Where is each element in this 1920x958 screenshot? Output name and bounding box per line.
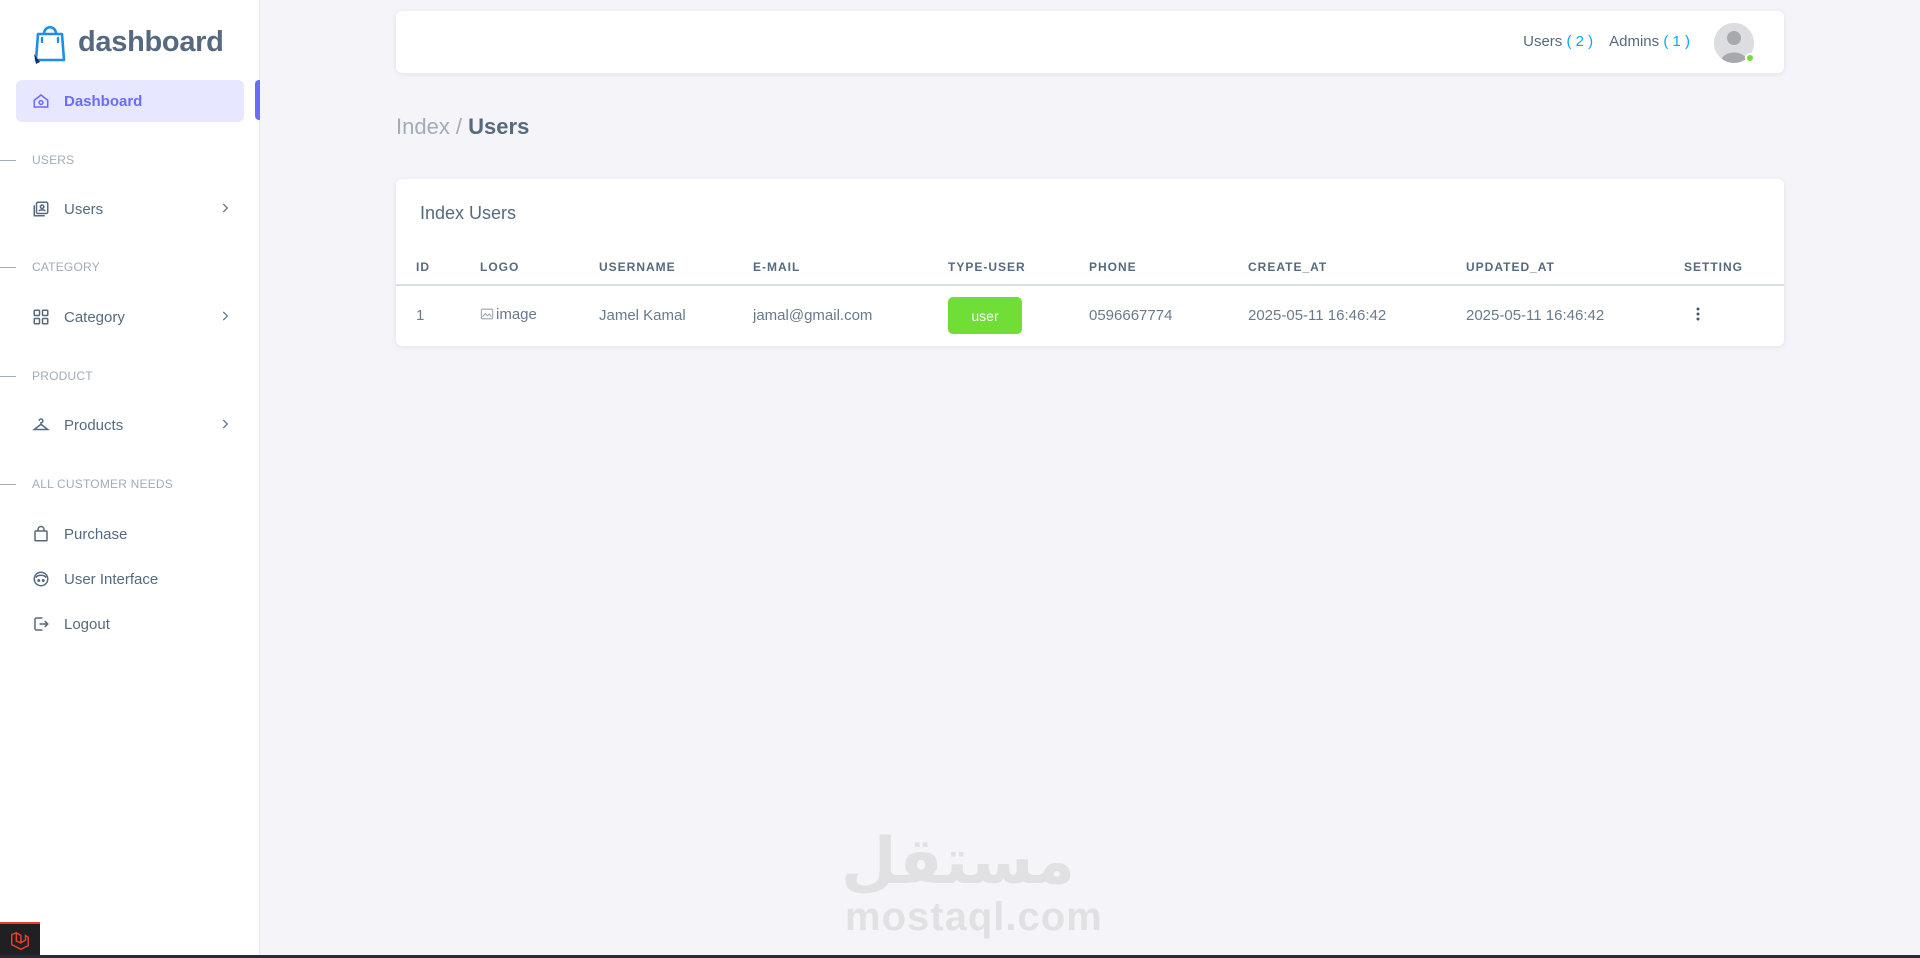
sidebar-item-products[interactable]: Products	[16, 404, 244, 446]
sidebar-item-dashboard[interactable]: Dashboard	[16, 80, 244, 122]
logout-icon	[31, 614, 51, 634]
chevron-right-icon	[222, 419, 229, 429]
col-header-logo: LOGO	[480, 249, 599, 286]
col-header-phone: PHONE	[1089, 249, 1248, 286]
watermark-arabic-text: مستقل	[840, 825, 1075, 897]
chevron-right-icon	[222, 203, 229, 213]
sidebar-item-logout[interactable]: Logout	[16, 603, 244, 645]
laravel-icon	[11, 931, 29, 951]
users-count-link[interactable]: Users ( 2 )	[1523, 33, 1593, 50]
cell-email: jamal@gmail.com	[753, 307, 873, 324]
users-table-card: Index Users ID LOGO USERNAME E-MAIL TYPE…	[396, 179, 1784, 346]
table-row: 1 image Jamel Kamal jamal@gmail.com user…	[396, 285, 1784, 345]
chevron-right-icon	[222, 311, 229, 321]
user-card-icon	[31, 199, 51, 219]
sidebar-item-label: Purchase	[64, 525, 128, 543]
card-title: Index Users	[420, 203, 517, 223]
cell-id: 1	[416, 307, 425, 324]
col-header-username: USERNAME	[599, 249, 753, 286]
brand[interactable]: dashboard	[32, 20, 224, 64]
cell-updated-at: 2025-05-11 16:46:42	[1466, 307, 1605, 324]
laravel-debug-badge[interactable]	[0, 922, 40, 958]
menu-header-users: USERS	[0, 150, 240, 170]
image-alt-text: image	[496, 305, 537, 323]
users-count-value: ( 2 )	[1566, 33, 1594, 50]
col-header-id: ID	[396, 249, 480, 286]
table-header-row: ID LOGO USERNAME E-MAIL TYPE-USER PHONE …	[396, 249, 1784, 286]
admins-count-label: Admins	[1609, 33, 1660, 50]
shopping-bag-logo-icon	[34, 25, 66, 64]
col-header-email: E-MAIL	[753, 249, 948, 286]
sidebar-item-label: User Interface	[64, 570, 159, 588]
users-table: ID LOGO USERNAME E-MAIL TYPE-USER PHONE …	[396, 249, 1784, 345]
sidebar-item-label: Dashboard	[64, 92, 143, 110]
sidebar-item-label: Category	[64, 308, 125, 326]
cell-create-at: 2025-05-11 16:46:42	[1248, 307, 1387, 324]
menu-header-all-customer-needs: ALL CUSTOMER NEEDS	[0, 474, 240, 494]
user-logo-image: image	[480, 306, 537, 323]
shopping-bag-icon	[31, 524, 51, 544]
broken-image-icon	[480, 308, 494, 320]
top-navbar: Users ( 2 ) Admins ( 1 )	[396, 11, 1784, 73]
kebab-menu-icon[interactable]	[1688, 304, 1708, 324]
grid-icon	[31, 307, 51, 327]
col-header-setting: SETTING	[1684, 249, 1784, 286]
sidebar-item-label: Logout	[64, 615, 110, 633]
sidebar-item-users[interactable]: Users	[16, 188, 244, 230]
active-menu-marker	[255, 80, 260, 120]
nav-counts: Users ( 2 ) Admins ( 1 )	[1523, 33, 1690, 50]
breadcrumb-current: Users	[468, 114, 530, 139]
cell-username: Jamel Kamal	[599, 307, 686, 324]
admins-count-link[interactable]: Admins ( 1 )	[1609, 33, 1690, 50]
menu-header-category: CATEGORY	[0, 257, 240, 277]
sidebar-item-purchase[interactable]: Purchase	[16, 513, 244, 555]
col-header-updated-at: UPDATED_AT	[1466, 249, 1684, 286]
online-status-dot	[1745, 53, 1755, 63]
admins-count-value: ( 1 )	[1663, 33, 1690, 50]
type-user-badge: user	[948, 297, 1022, 334]
sidebar: dashboard Dashboard USERS Users CATEGORY…	[0, 0, 260, 958]
mostaql-watermark: مستقل mostaql.com	[840, 825, 1103, 939]
menu-header-product: PRODUCT	[0, 366, 240, 386]
face-icon	[31, 569, 51, 589]
home-icon	[31, 91, 51, 111]
cell-type-user: user	[948, 285, 1089, 345]
sidebar-item-label: Products	[64, 416, 124, 434]
users-count-label: Users	[1523, 33, 1563, 50]
sidebar-item-label: Users	[64, 200, 104, 218]
breadcrumb-parent[interactable]: Index /	[396, 114, 462, 139]
cell-logo: image	[480, 285, 599, 345]
cell-setting	[1684, 285, 1784, 345]
breadcrumb: Index / Users	[396, 114, 529, 140]
sidebar-item-category[interactable]: Category	[16, 296, 244, 338]
watermark-latin-text: mostaql.com	[845, 895, 1103, 939]
col-header-create-at: CREATE_AT	[1248, 249, 1466, 286]
sidebar-item-user-interface[interactable]: User Interface	[16, 558, 244, 600]
hanger-icon	[31, 415, 51, 435]
brand-name: dashboard	[78, 25, 224, 58]
cell-phone: 0596667774	[1089, 307, 1173, 324]
col-header-type-user: TYPE-USER	[948, 249, 1089, 286]
